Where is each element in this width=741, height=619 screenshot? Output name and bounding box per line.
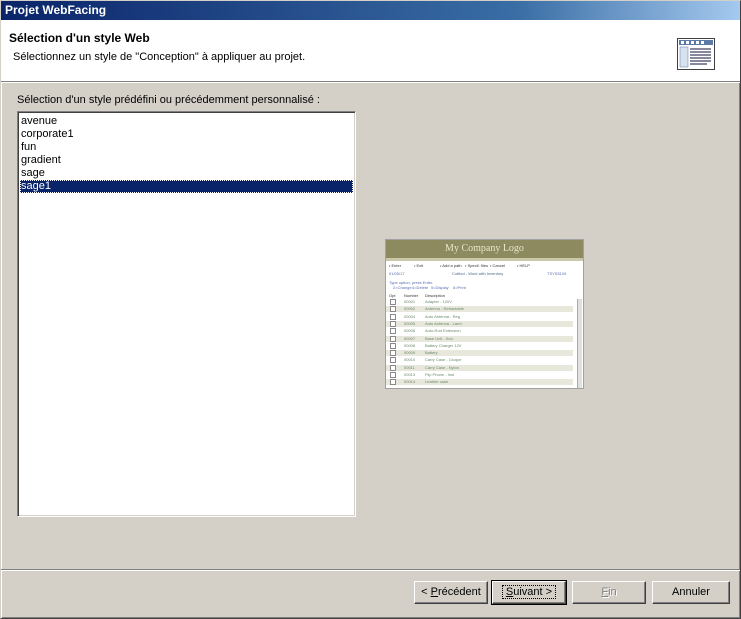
preview-scrollbar (577, 299, 582, 388)
preview-row-description: Base Unit - 9v/c (425, 335, 454, 341)
page-title: Sélection d'un style Web (9, 31, 150, 45)
title-bar[interactable]: Projet WebFacing (1, 1, 740, 20)
next-button[interactable]: Suivant > (491, 580, 567, 605)
preview-row-number: 00014 (404, 379, 416, 385)
preview-row-number: 00007 (404, 335, 416, 341)
finish-button[interactable]: Fin (572, 581, 646, 604)
preview-row: 00007 Base Unit - 9v/c (386, 335, 573, 342)
list-item-fun[interactable]: fun (20, 141, 353, 154)
list-item-corporate1[interactable]: corporate1 (20, 128, 353, 141)
preview-row-description: Carry Case - Nylon (425, 364, 460, 370)
preview-row: 00011 Carry Case - Nylon (386, 364, 573, 371)
preview-row-number: 00004 (404, 313, 416, 319)
cancel-button[interactable]: Annuler (652, 581, 730, 604)
style-preview: My Company Logo • Enter • Exit • Add a p… (385, 239, 584, 389)
preview-row-number: 00005 (404, 320, 416, 326)
preview-row: 00014 Leather case (386, 379, 573, 386)
list-item-sage1[interactable]: sage1 (20, 180, 353, 193)
preview-row-number: 00006 (404, 328, 416, 334)
preview-row: 00006 Auto-Rod Extension (386, 328, 573, 335)
preview-system: TSYS5109 (547, 271, 567, 276)
preview-row-number: 00008 (404, 342, 416, 348)
preview-option-delete: 4=Delete (412, 285, 429, 290)
preview-row-checkbox (390, 299, 396, 305)
preview-row-checkbox (390, 320, 396, 327)
wizard-header: Sélection d'un style Web Sélectionnez un… (1, 20, 740, 82)
preview-row: 00008 Battery Charger 12V (386, 342, 573, 349)
preview-row-number: 00002 (404, 306, 416, 312)
preview-menu-exit: • Exit (414, 263, 424, 268)
preview-row-checkbox (390, 335, 396, 342)
preview-row: 00010 Carry Case - Cloque (386, 357, 573, 364)
preview-row-number: 00001 (404, 299, 416, 304)
list-item-sage[interactable]: sage (20, 167, 353, 180)
preview-row-description: Antenna - Retractable (425, 306, 464, 312)
list-item-avenue[interactable]: avenue (20, 115, 353, 128)
preview-row: 00009 Battery (386, 350, 573, 357)
preview-row: 00002 Antenna - Retractable (386, 306, 573, 313)
preview-row-checkbox (390, 328, 396, 335)
preview-menu-add: • Add a path (440, 263, 462, 268)
window-title: Projet WebFacing (5, 3, 107, 17)
preview-row: 00001 Adapter - 120V (386, 299, 573, 305)
preview-bar (386, 258, 583, 261)
preview-option-display: 5=Display (431, 285, 449, 290)
preview-logo: My Company Logo (386, 240, 583, 258)
preview-row-checkbox (390, 313, 396, 320)
preview-row-checkbox (390, 372, 396, 378)
preview-row-description: Carry Case - Cloque (425, 357, 462, 363)
preview-row-description: Adapter - 120V (425, 299, 452, 304)
preview-date: 01/05/17 (389, 271, 405, 276)
preview-menu-cancel: • Cancel (490, 263, 505, 268)
wizard-page-icon (677, 38, 715, 70)
preview-row-checkbox (390, 342, 396, 349)
preview-row-number: 00011 (404, 364, 415, 370)
finish-button-label: in (608, 586, 617, 598)
preview-option-change: 2=Change (393, 285, 412, 290)
list-item-gradient[interactable]: gradient (20, 154, 353, 167)
preview-row-number: 00009 (404, 350, 416, 356)
next-button-label: uivant (513, 586, 543, 598)
preview-row-number: 00010 (404, 357, 416, 363)
preview-row-description: Battery (425, 350, 438, 356)
preview-row-description: Flip Phone - Inst (425, 372, 455, 377)
style-list[interactable]: avenue corporate1 fun gradient sage sage… (17, 111, 356, 517)
preview-menu-enter: • Enter (389, 263, 402, 268)
preview-screen-title: Cottbol - Work with Inventory (452, 271, 504, 276)
preview-row-description: Auto Antenna - Reg (425, 313, 460, 319)
preview-col-opt: Opt (389, 293, 396, 298)
style-list-label: Sélection d'un style prédéfini ou précéd… (17, 94, 320, 106)
preview-menu-help: • HELP (517, 263, 530, 268)
preview-row-checkbox (390, 379, 396, 386)
preview-option-print: 6=Print (453, 285, 466, 290)
header-divider (1, 82, 740, 83)
preview-row-description: Leather case (425, 379, 449, 385)
preview-col-number: Number (404, 293, 419, 298)
preview-menu-specif: • Specif. files (465, 263, 488, 268)
back-button-label: récédent (438, 586, 481, 598)
button-bar-separator (1, 569, 740, 571)
preview-col-description: Description (425, 293, 446, 298)
preview-row-description: Auto-Rod Extension (425, 328, 461, 334)
preview-row-description: Auto Antenna - Larm (425, 320, 462, 326)
preview-row-number: 00013 (404, 372, 416, 377)
preview-row-checkbox (390, 350, 396, 357)
page-description: Sélectionnez un style de "Conception" à … (13, 51, 306, 63)
preview-row-checkbox (390, 357, 396, 364)
wizard-window: Projet WebFacing Sélection d'un style We… (0, 0, 741, 619)
preview-row: 00005 Auto Antenna - Larm (386, 320, 573, 327)
preview-row: 00013 Flip Phone - Inst (386, 372, 573, 378)
back-button[interactable]: < Précédent (414, 581, 488, 604)
preview-row-checkbox (390, 364, 396, 371)
preview-row-description: Battery Charger 12V (425, 342, 462, 348)
preview-row-checkbox (390, 306, 396, 313)
preview-row: 00004 Auto Antenna - Reg (386, 313, 573, 320)
